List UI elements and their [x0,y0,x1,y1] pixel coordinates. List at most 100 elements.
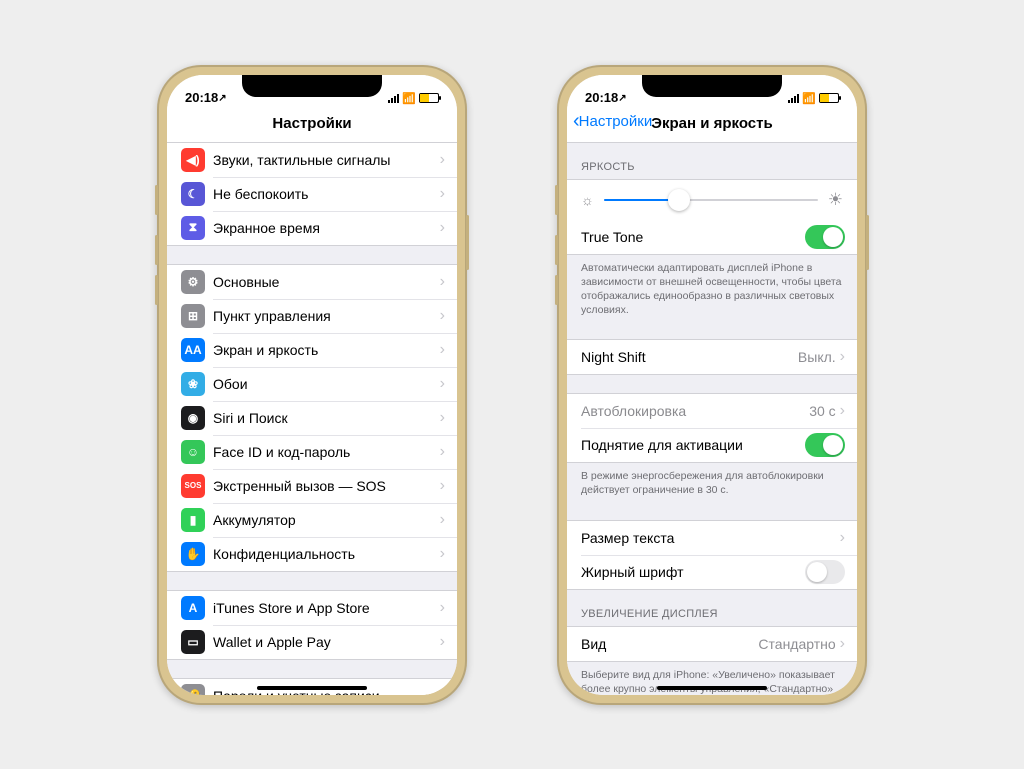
settings-row-faceid[interactable]: ☺Face ID и код-пароль› [167,435,457,469]
chevron-right-icon: › [440,633,445,651]
view-value: Стандартно [758,636,835,652]
settings-row-general[interactable]: ⚙ Основные› [167,265,457,299]
row-label: Звуки, тактильные сигналы [213,152,440,168]
night-shift-row[interactable]: Night Shift Выкл. › [567,340,857,374]
raise-to-wake-toggle[interactable] [805,433,845,457]
autolock-footer: В режиме энергосбережения для автоблокир… [567,463,857,501]
wifi-icon: 📶 [802,92,816,105]
zoom-header: УВЕЛИЧЕНИЕ ДИСПЛЕЯ [567,590,857,626]
bold-text-row: Жирный шрифт [567,555,857,589]
navbar-display: ‹ Настройки Экран и яркость [567,107,857,143]
appstore-icon: A [181,596,205,620]
screen-left: 20:18↗ 📶 Настройки ◀) Звуки, тактильные с… [167,75,457,695]
bold-text-label: Жирный шрифт [581,564,805,580]
bold-text-toggle[interactable] [805,560,845,584]
row-label: Аккумулятор [213,512,440,528]
row-label: Siri и Поиск [213,410,440,426]
phone-left: 20:18↗ 📶 Настройки ◀) Звуки, тактильные с… [157,65,467,705]
settings-row-dnd[interactable]: ☾ Не беспокоить› [167,177,457,211]
row-label: Конфиденциальность [213,546,440,562]
settings-row-sos[interactable]: SOSЭкстренный вызов — SOS› [167,469,457,503]
passwords-icon: 🔑 [181,684,205,695]
night-shift-label: Night Shift [581,349,798,365]
faceid-icon: ☺ [181,440,205,464]
signal-icon [788,94,799,103]
settings-row-sounds[interactable]: ◀)Звуки, тактильные сигналы› [167,143,457,177]
true-tone-label: True Tone [581,229,805,245]
display-zoom-row[interactable]: Вид Стандартно › [567,627,857,661]
settings-row-display[interactable]: AAЭкран и яркость› [167,333,457,367]
screentime-icon: ⧗ [181,216,205,240]
chevron-right-icon: › [440,341,445,359]
settings-row-privacy[interactable]: ✋ Конфиденциальность› [167,537,457,571]
chevron-right-icon: › [440,219,445,237]
chevron-right-icon: › [440,511,445,529]
settings-content[interactable]: ◀) Звуки, тактильные сигналы › ☾ Не беспокои… [167,143,457,695]
row-label: Экранное время [213,220,440,236]
row-label: Обои [213,376,440,392]
chevron-right-icon: › [440,273,445,291]
chevron-right-icon: › [440,477,445,495]
wallet-icon: ▭ [181,630,205,654]
row-label: Не беспокоить [213,186,440,202]
location-arrow-icon: ↗ [618,93,626,104]
page-title: Настройки [167,115,457,132]
home-indicator[interactable] [257,686,367,690]
chevron-right-icon: › [440,307,445,325]
sos-icon: SOS [181,474,205,498]
display-content[interactable]: ЯРКОСТЬ ☼ ☀ True Tone Автоматически адап… [567,143,857,695]
chevron-right-icon: › [440,409,445,427]
settings-row-siri[interactable]: ◉ Siri и Поиск› [167,401,457,435]
slider-thumb[interactable] [668,189,690,211]
back-label: Настройки [579,113,653,130]
notch [642,75,782,97]
status-time: 20:18↗ [585,90,627,105]
brightness-header: ЯРКОСТЬ [567,143,857,179]
sounds-icon: ◀) [181,148,205,172]
autolock-value: 30 с [809,403,835,419]
chevron-right-icon: › [440,375,445,393]
raise-to-wake-label: Поднятие для активации [581,437,805,453]
zoom-footer: Выберите вид для iPhone: «Увеличено» пок… [567,662,857,695]
chevron-right-icon: › [440,185,445,203]
text-size-label: Размер текста [581,530,840,546]
raise-to-wake-row: Поднятие для активации [567,428,857,462]
screen-right: 20:18↗ 📶 ‹ Настройки Экран и яркость ЯРК… [567,75,857,695]
brightness-slider[interactable] [604,199,818,201]
autolock-row[interactable]: Автоблокировка 30 с › [567,394,857,428]
settings-row-control-center[interactable]: ⊞Пункт управления› [167,299,457,333]
row-label: iTunes Store и App Store [213,600,440,616]
text-size-row[interactable]: Размер текста › [567,521,857,555]
row-label: Основные [213,274,440,290]
privacy-icon: ✋ [181,542,205,566]
back-button[interactable]: ‹ Настройки [573,113,652,130]
view-label: Вид [581,636,758,652]
settings-row-appstore[interactable]: AiTunes Store и App Store› [167,591,457,625]
settings-row-screentime[interactable]: ⧗ Экранное время› [167,211,457,245]
true-tone-footer: Автоматически адаптировать дисплей iPhon… [567,255,857,322]
night-shift-value: Выкл. [798,349,836,365]
true-tone-toggle[interactable] [805,225,845,249]
chevron-right-icon: › [440,545,445,563]
status-right: 📶 [788,92,839,105]
brightness-slider-row: ☼ ☀ [567,180,857,220]
siri-icon: ◉ [181,406,205,430]
chevron-right-icon: › [440,687,445,695]
location-arrow-icon: ↗ [218,93,226,104]
row-label: Wallet и Apple Pay [213,634,440,650]
settings-row-wallet[interactable]: ▭ Wallet и Apple Pay› [167,625,457,659]
phone-right: 20:18↗ 📶 ‹ Настройки Экран и яркость ЯРК… [557,65,867,705]
wifi-icon: 📶 [402,92,416,105]
row-label: Face ID и код-пароль [213,444,440,460]
battery-icon [419,93,439,103]
general-icon: ⚙ [181,270,205,294]
settings-row-battery[interactable]: ▮ Аккумулятор› [167,503,457,537]
display-icon: AA [181,338,205,362]
battery-icon: ▮ [181,508,205,532]
home-indicator[interactable] [657,686,767,690]
settings-row-wallpaper[interactable]: ❀Обои› [167,367,457,401]
chevron-right-icon: › [840,402,845,420]
signal-icon [388,94,399,103]
status-time: 20:18↗ [185,90,227,105]
dnd-icon: ☾ [181,182,205,206]
